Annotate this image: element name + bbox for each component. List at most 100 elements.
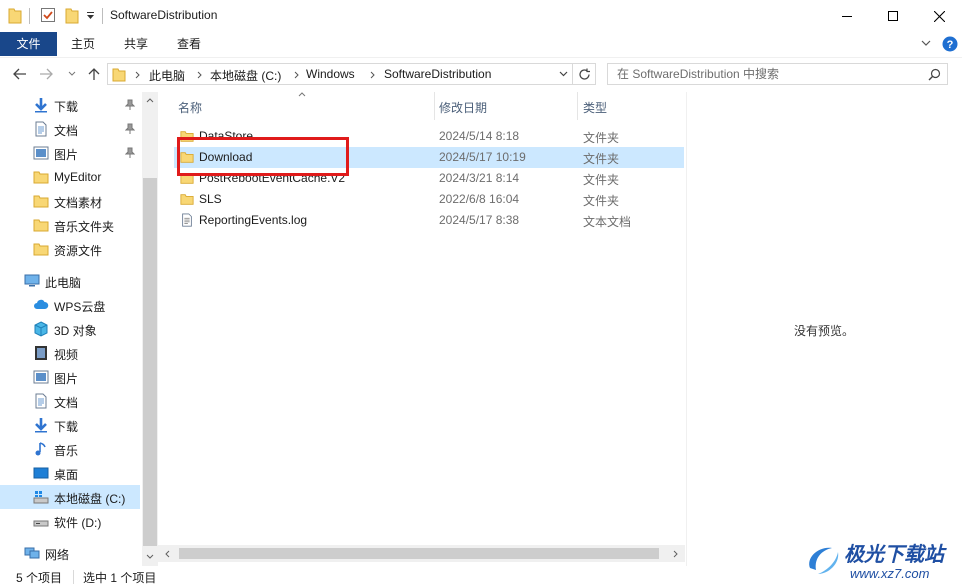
file-row[interactable]: SLS 2022/6/8 16:04 文件夹 <box>174 189 684 210</box>
column-divider[interactable] <box>577 92 578 120</box>
breadcrumb-softwaredistribution[interactable]: SoftwareDistribution <box>384 67 491 81</box>
watermark: 极光下载站 www.xz7.com <box>800 536 960 586</box>
address-history-icon[interactable] <box>559 71 568 77</box>
file-list-hscrollbar[interactable] <box>158 545 685 562</box>
nav-item-this-pc[interactable]: 此电脑 <box>0 269 140 293</box>
scroll-up-icon[interactable] <box>146 98 154 103</box>
file-type: 文件夹 <box>583 194 620 208</box>
nav-item-pictures[interactable]: 图片 <box>0 141 140 165</box>
tab-share[interactable]: 共享 <box>115 32 157 56</box>
close-button[interactable] <box>916 0 962 32</box>
expand-ribbon-icon[interactable] <box>921 40 931 47</box>
nav-item-network[interactable]: 网络 <box>0 541 140 565</box>
svg-text:?: ? <box>947 39 954 51</box>
scroll-right-icon[interactable] <box>673 550 678 558</box>
scroll-thumb[interactable] <box>143 178 157 546</box>
properties-icon[interactable] <box>40 7 56 23</box>
nav-scrollbar[interactable] <box>142 92 158 566</box>
text-file-icon <box>182 213 192 227</box>
nav-item-downloads[interactable]: 下载 <box>0 93 140 117</box>
breadcrumb-windows[interactable]: Windows <box>306 67 355 81</box>
nav-label: 桌面 <box>54 468 79 482</box>
address-bar[interactable]: 此电脑 本地磁盘 (C:) Windows SoftwareDistributi… <box>107 63 573 85</box>
nav-item-resource-files[interactable]: 资源文件 <box>0 237 140 261</box>
search-icon[interactable] <box>928 68 941 81</box>
nav-label: WPS云盘 <box>54 300 106 314</box>
file-row[interactable]: ReportingEvents.log 2024/5/17 8:38 文本文档 <box>174 210 684 231</box>
refresh-button[interactable] <box>573 63 596 85</box>
preview-message: 没有预览。 <box>794 324 855 338</box>
nav-item-pictures-pc[interactable]: 图片 <box>0 365 140 389</box>
pin-icon[interactable] <box>125 147 135 158</box>
file-date: 2022/6/8 16:04 <box>439 192 520 206</box>
nav-label: 资源文件 <box>54 244 103 258</box>
nav-item-music-folder[interactable]: 音乐文件夹 <box>0 213 140 237</box>
tab-home[interactable]: 主页 <box>62 32 104 56</box>
breadcrumb-local-disk[interactable]: 本地磁盘 (C:) <box>210 67 281 84</box>
tab-view[interactable]: 查看 <box>168 32 210 56</box>
file-date: 2024/3/21 8:14 <box>439 171 520 185</box>
sort-ascending-icon <box>298 92 306 97</box>
column-header-name[interactable]: 名称 <box>178 99 202 116</box>
pin-icon[interactable] <box>125 99 135 110</box>
recent-locations-button[interactable] <box>66 65 78 83</box>
nav-item-myeditor[interactable]: MyEditor <box>0 165 140 189</box>
column-divider[interactable] <box>434 92 435 120</box>
folder-icon <box>33 219 49 232</box>
nav-item-wps-cloud[interactable]: WPS云盘 <box>0 293 140 317</box>
maximize-button[interactable] <box>870 0 916 32</box>
arrow-up-icon <box>88 68 100 80</box>
watermark-text: 极光下载站 <box>844 544 944 566</box>
file-date: 2024/5/14 8:18 <box>439 129 520 143</box>
nav-item-3d-objects[interactable]: 3D 对象 <box>0 317 140 341</box>
watermark-url: www.xz7.com <box>850 566 930 581</box>
nav-item-documents[interactable]: 文档 <box>0 117 140 141</box>
scroll-down-icon[interactable] <box>146 554 154 559</box>
folder-icon <box>180 194 194 205</box>
help-icon[interactable]: ? <box>942 36 958 52</box>
minimize-icon <box>842 16 852 17</box>
cloud-icon <box>34 299 49 309</box>
nav-item-videos[interactable]: 视频 <box>0 341 140 365</box>
nav-item-music[interactable]: 音乐 <box>0 437 140 461</box>
nav-item-downloads-pc[interactable]: 下载 <box>0 413 140 437</box>
file-type: 文件夹 <box>583 173 620 187</box>
item-count: 5 个项目 <box>16 571 63 585</box>
ribbon-tabs: 文件 主页 共享 查看 ? <box>0 32 962 56</box>
nav-item-doc-materials[interactable]: 文档素材 <box>0 189 140 213</box>
search-box[interactable] <box>607 63 948 85</box>
file-date: 2024/5/17 10:19 <box>439 150 526 164</box>
nav-label: 文档 <box>54 396 79 410</box>
nav-label: MyEditor <box>54 170 102 184</box>
pin-icon[interactable] <box>125 123 135 134</box>
new-folder-icon[interactable] <box>65 7 79 24</box>
customize-quick-access-icon[interactable] <box>86 12 95 20</box>
nav-label: 文档 <box>54 124 79 138</box>
nav-label: 视频 <box>54 348 79 362</box>
document-icon <box>35 393 47 409</box>
nav-item-software-d[interactable]: 软件 (D:) <box>0 509 140 533</box>
folder-icon <box>8 8 22 24</box>
forward-button[interactable] <box>38 65 54 83</box>
download-arrow-icon <box>35 98 47 113</box>
tab-file[interactable]: 文件 <box>0 32 57 56</box>
back-button[interactable] <box>12 65 28 83</box>
search-input[interactable] <box>617 67 917 81</box>
watermark-logo-icon <box>809 547 839 574</box>
chevron-right-icon[interactable] <box>294 71 300 79</box>
column-header-date[interactable]: 修改日期 <box>439 99 487 116</box>
minimize-button[interactable] <box>824 0 870 32</box>
maximize-icon <box>888 11 898 21</box>
chevron-right-icon[interactable] <box>370 71 376 79</box>
file-type: 文件夹 <box>583 152 620 166</box>
scroll-left-icon[interactable] <box>165 550 170 558</box>
column-header-type[interactable]: 类型 <box>583 99 607 116</box>
nav-item-local-disk-c[interactable]: 本地磁盘 (C:) <box>0 485 140 509</box>
nav-label: 音乐 <box>54 444 79 458</box>
nav-item-documents-pc[interactable]: 文档 <box>0 389 140 413</box>
scroll-thumb[interactable] <box>179 548 659 559</box>
breadcrumb-this-pc[interactable]: 此电脑 <box>149 67 185 84</box>
chevron-right-icon[interactable] <box>197 71 203 79</box>
up-button[interactable] <box>86 65 102 83</box>
nav-item-desktop[interactable]: 桌面 <box>0 461 140 485</box>
